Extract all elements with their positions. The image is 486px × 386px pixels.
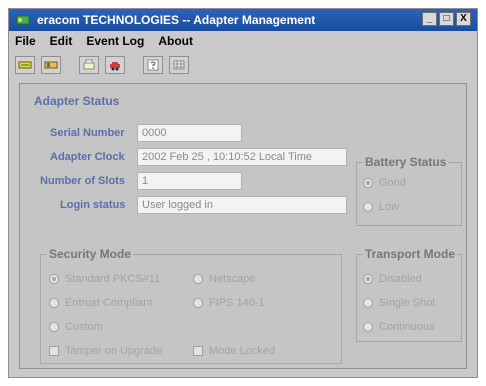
transport-mode-title: Transport Mode: [363, 247, 458, 261]
printer-icon[interactable]: [79, 56, 99, 74]
radio-icon[interactable]: [49, 322, 59, 332]
number-of-slots-field[interactable]: 1: [137, 172, 242, 190]
radio-selected-icon[interactable]: [363, 274, 373, 284]
security-netscape-label: Netscape: [209, 273, 256, 285]
tamper-on-upgrade-checkbox[interactable]: Tamper on Upgrade: [49, 345, 162, 357]
transport-mode-group: Transport Mode Disabled Single Shot Cont…: [356, 247, 462, 342]
mode-locked-label: Mode Locked: [209, 345, 276, 357]
adapter-icon[interactable]: [15, 56, 35, 74]
security-custom-label: Custom: [65, 321, 103, 333]
card-icon[interactable]: [41, 56, 61, 74]
checkbox-icon[interactable]: [193, 346, 203, 356]
tamper-on-upgrade-label: Tamper on Upgrade: [65, 345, 163, 357]
login-status-label: Login status: [60, 199, 126, 211]
number-of-slots-label: Number of Slots: [40, 175, 125, 187]
window-controls: _ □ X: [422, 12, 471, 26]
security-entrust-option[interactable]: Entrust Compliant: [49, 297, 152, 309]
app-icon: [15, 12, 31, 28]
serial-number-field[interactable]: 0000: [137, 124, 242, 142]
security-standard-option[interactable]: Standard PKCS#11: [49, 273, 160, 285]
radio-selected-icon[interactable]: [49, 274, 59, 284]
battery-status-group: Battery Status Good Low: [356, 155, 462, 226]
battery-good-label: Good: [379, 177, 406, 189]
security-mode-group: Security Mode Standard PKCS#11 Netscape …: [40, 247, 342, 364]
menu-bar: File Edit Event Log About: [9, 31, 477, 51]
battery-low-label: Low: [379, 201, 400, 213]
transport-disabled-option[interactable]: Disabled: [363, 273, 422, 285]
security-standard-label: Standard PKCS#11: [65, 273, 161, 285]
security-fips-option[interactable]: FIPS 140-1: [193, 297, 265, 309]
login-status-field[interactable]: User logged in: [137, 196, 347, 214]
grid-icon[interactable]: [169, 56, 189, 74]
radio-icon[interactable]: [363, 202, 373, 212]
adapter-clock-label: Adapter Clock: [50, 151, 125, 163]
security-fips-label: FIPS 140-1: [209, 297, 265, 309]
title-bar: eracom TECHNOLOGIES -- Adapter Managemen…: [9, 9, 477, 31]
serial-number-label: Serial Number: [50, 127, 125, 139]
car-icon[interactable]: [105, 56, 125, 74]
menu-event-log[interactable]: Event Log: [86, 34, 144, 48]
radio-selected-icon[interactable]: [363, 178, 373, 188]
radio-icon[interactable]: [193, 298, 203, 308]
security-custom-option[interactable]: Custom: [49, 321, 103, 333]
transport-continuous-label: Continuous: [379, 321, 435, 333]
menu-file[interactable]: File: [15, 34, 36, 48]
battery-low-option[interactable]: Low: [363, 201, 399, 213]
transport-single-shot-label: Single Shot: [379, 297, 436, 309]
security-entrust-label: Entrust Compliant: [65, 297, 153, 309]
adapter-clock-field[interactable]: 2002 Feb 25 , 10:10:52 Local Time: [137, 148, 347, 166]
radio-icon[interactable]: [363, 298, 373, 308]
radio-icon[interactable]: [363, 322, 373, 332]
security-netscape-option[interactable]: Netscape: [193, 273, 255, 285]
close-button[interactable]: X: [456, 12, 471, 26]
checkbox-icon[interactable]: [49, 346, 59, 356]
mode-locked-checkbox[interactable]: Mode Locked: [193, 345, 275, 357]
adapter-management-window: eracom TECHNOLOGIES -- Adapter Managemen…: [8, 8, 478, 378]
battery-good-option[interactable]: Good: [363, 177, 406, 189]
radio-icon[interactable]: [49, 298, 59, 308]
adapter-status-panel: Adapter Status Serial Number 0000 Adapte…: [19, 83, 467, 369]
adapter-status-title: Adapter Status: [34, 94, 120, 108]
transport-continuous-option[interactable]: Continuous: [363, 321, 435, 333]
window-title: eracom TECHNOLOGIES -- Adapter Managemen…: [37, 13, 316, 27]
maximize-button[interactable]: □: [439, 12, 454, 26]
transport-single-shot-option[interactable]: Single Shot: [363, 297, 435, 309]
security-mode-title: Security Mode: [47, 247, 134, 261]
transport-disabled-label: Disabled: [379, 273, 422, 285]
battery-status-title: Battery Status: [363, 155, 449, 169]
toolbar: [9, 52, 477, 78]
radio-icon[interactable]: [193, 274, 203, 284]
help-icon[interactable]: [143, 56, 163, 74]
menu-about[interactable]: About: [158, 34, 193, 48]
menu-edit[interactable]: Edit: [50, 34, 73, 48]
minimize-button[interactable]: _: [422, 12, 437, 26]
